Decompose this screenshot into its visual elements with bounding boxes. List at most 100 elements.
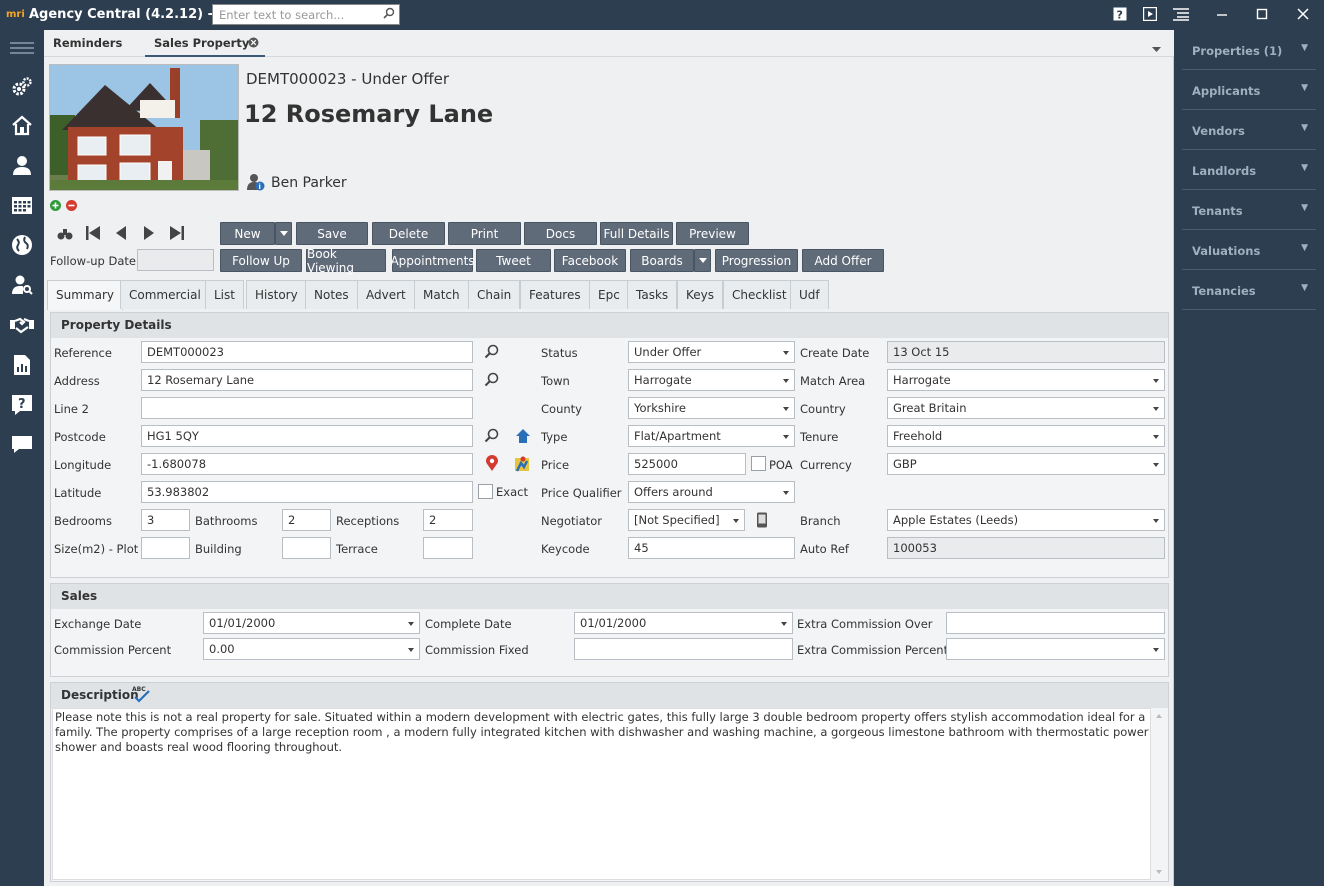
book-viewing-button[interactable]: Book Viewing [306,247,386,275]
appointments-button[interactable]: Appointments [390,249,475,272]
negotiator-select[interactable]: [Not Specified] [628,509,745,531]
first-record-icon[interactable] [86,226,100,243]
save-button[interactable]: Save [296,222,368,245]
delete-button[interactable]: Delete [372,222,445,245]
exchange-date-select[interactable]: 01/01/2000 [203,612,420,634]
latitude-field[interactable]: 53.983802 [141,481,473,503]
followup-date-field[interactable] [137,249,214,271]
reference-field[interactable]: DEMT000023 [141,341,473,363]
previous-record-icon[interactable] [115,226,127,243]
tab-checklist[interactable]: Checklist [723,280,796,309]
poa-checkbox[interactable] [751,456,766,471]
search-icon[interactable] [383,7,395,22]
tab-features[interactable]: Features [520,280,590,309]
address-field[interactable]: 12 Rosemary Lane [141,369,473,391]
next-record-icon[interactable] [143,226,155,243]
reference-search-icon[interactable] [484,344,500,360]
tenure-select[interactable]: Freehold [887,425,1165,447]
tab-tasks[interactable]: Tasks [627,280,678,309]
panel-tenants[interactable]: Tenants ▼ [1182,190,1316,230]
progression-button[interactable]: Progression [715,249,798,272]
settings-icon[interactable] [10,75,34,99]
bedrooms-field[interactable]: 3 [141,509,190,531]
home-lookup-icon[interactable] [515,428,531,444]
owner-info-icon[interactable]: i [247,173,265,194]
address-search-icon[interactable] [484,372,500,388]
user-icon[interactable] [10,153,34,177]
full-details-button[interactable]: Full Details [600,222,673,245]
tab-dropdown-icon[interactable] [1152,41,1161,55]
mobile-phone-icon[interactable] [756,512,772,528]
tab-notes[interactable]: Notes [305,280,358,309]
tweet-button[interactable]: Tweet [476,249,551,272]
boards-dropdown-button[interactable] [694,249,711,272]
tab-match[interactable]: Match [414,280,469,309]
preview-button[interactable]: Preview [676,222,749,245]
street-view-icon[interactable] [514,455,530,472]
bathrooms-field[interactable]: 2 [282,509,331,531]
tab-summary[interactable]: Summary [47,280,123,310]
exact-checkbox[interactable] [478,484,493,499]
tab-keys[interactable]: Keys [677,280,724,309]
tab-list[interactable]: List [205,280,244,309]
boards-button[interactable]: Boards [630,249,694,272]
question-icon[interactable]: ? [10,393,34,417]
tab-commercial[interactable]: Commercial [120,280,210,309]
add-photo-icon[interactable] [50,200,61,214]
postcode-field[interactable]: HG1 5QY [141,425,473,447]
description-scrollbar[interactable] [1151,708,1167,880]
tab-epc[interactable]: Epc [589,280,629,309]
price-qualifier-select[interactable]: Offers around [628,481,795,503]
branch-select[interactable]: Apple Estates (Leeds) [887,509,1165,531]
panel-vendors[interactable]: Vendors ▼ [1182,110,1316,150]
commission-fixed-field[interactable] [574,638,793,660]
tab-udf[interactable]: Udf [790,280,829,309]
tab-history[interactable]: History [246,280,307,309]
receptions-field[interactable]: 2 [423,509,473,531]
handshake-icon[interactable] [10,313,34,337]
panel-tenancies[interactable]: Tenancies ▼ [1182,270,1316,310]
tab-sales-property[interactable]: Sales Property [145,30,265,57]
keycode-field[interactable]: 45 [628,537,795,559]
size-plot-field[interactable] [141,537,190,559]
line2-field[interactable] [141,397,473,419]
tab-advert[interactable]: Advert [357,280,415,309]
commission-percent-select[interactable]: 0.00 [203,638,420,660]
extra-commission-percent-select[interactable] [946,638,1165,660]
follow-up-button[interactable]: Follow Up [220,249,302,272]
property-photo[interactable] [49,64,239,191]
user-key-icon[interactable] [10,273,34,297]
country-select[interactable]: Great Britain [887,397,1165,419]
type-select[interactable]: Flat/Apartment [628,425,795,447]
new-dropdown-button[interactable] [275,222,292,245]
maximize-icon[interactable] [1256,7,1268,25]
building-field[interactable] [282,537,331,559]
chat-icon[interactable] [10,433,34,457]
globe-icon[interactable] [10,233,34,257]
town-select[interactable]: Harrogate [628,369,795,391]
status-select[interactable]: Under Offer [628,341,795,363]
spellcheck-icon[interactable]: ABC [131,685,151,706]
facebook-button[interactable]: Facebook [554,249,626,272]
tab-reminders[interactable]: Reminders [44,30,131,57]
panel-properties[interactable]: Properties (1) ▼ [1182,30,1316,70]
panel-valuations[interactable]: Valuations ▼ [1182,230,1316,270]
postcode-search-icon[interactable] [484,428,500,444]
help-icon[interactable]: ? [1113,7,1127,25]
currency-select[interactable]: GBP [887,453,1165,475]
report-icon[interactable] [10,353,34,377]
minimize-icon[interactable] [1216,7,1228,25]
menu-list-icon[interactable] [1173,7,1189,25]
panel-landlords[interactable]: Landlords ▼ [1182,150,1316,190]
complete-date-select[interactable]: 01/01/2000 [574,612,793,634]
close-tab-icon[interactable] [248,37,259,51]
hamburger-icon[interactable] [10,36,34,60]
calendar-icon[interactable] [10,193,34,217]
search-input[interactable]: Enter text to search... [212,4,400,25]
tab-chain[interactable]: Chain [468,280,521,309]
panel-applicants[interactable]: Applicants ▼ [1182,70,1316,110]
remove-photo-icon[interactable] [66,200,77,214]
home-icon[interactable] [10,113,34,137]
county-select[interactable]: Yorkshire [628,397,795,419]
match-area-select[interactable]: Harrogate [887,369,1165,391]
